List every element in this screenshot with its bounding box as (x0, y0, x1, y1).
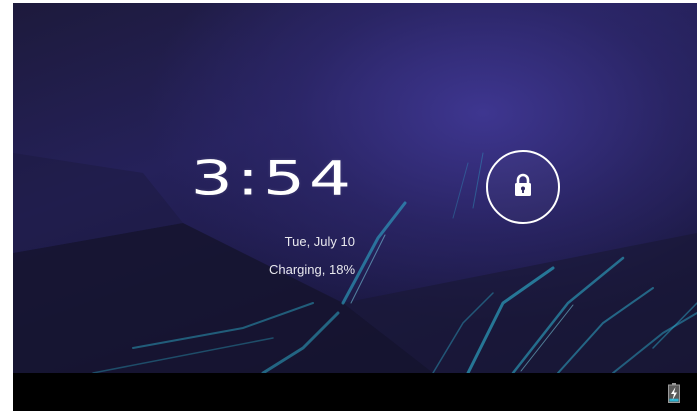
battery-charging-icon (668, 383, 680, 403)
lockscreen-date: Tue, July 10 (284, 234, 355, 249)
system-navigation-bar (13, 373, 697, 411)
tablet-screen: 3:54 Tue, July 10 Charging, 18% (13, 3, 697, 411)
charging-status: Charging, 18% (269, 262, 355, 277)
wallpaper-streaks (13, 152, 697, 373)
lockscreen-clock: 3:54 (190, 150, 355, 207)
lock-icon (515, 173, 531, 196)
unlock-button[interactable] (486, 150, 560, 224)
lockscreen-wallpaper: 3:54 Tue, July 10 Charging, 18% (13, 3, 697, 373)
